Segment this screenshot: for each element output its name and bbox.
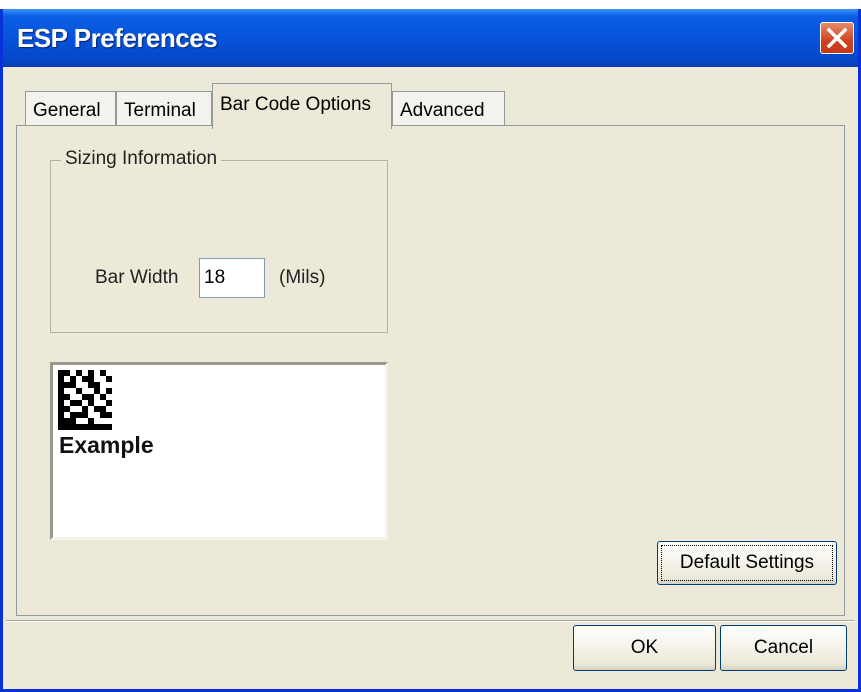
tab-label: Advanced: [400, 100, 485, 121]
tab-bar-code-options[interactable]: Bar Code Options: [212, 83, 392, 129]
sizing-information-group: Sizing Information Bar Width (Mils): [50, 148, 388, 333]
datamatrix-barcode-icon: [58, 370, 112, 430]
esp-preferences-dialog: ESP Preferences General Terminal Bar Cod…: [0, 9, 861, 692]
ok-button[interactable]: OK: [573, 625, 716, 671]
tab-general[interactable]: General: [25, 91, 116, 125]
barcode-preview: Example: [50, 362, 388, 540]
preview-example-text: Example: [59, 432, 154, 458]
tab-terminal[interactable]: Terminal: [116, 91, 212, 125]
window-title: ESP Preferences: [17, 23, 218, 53]
default-settings-button[interactable]: Default Settings: [657, 541, 837, 585]
cancel-button[interactable]: Cancel: [720, 625, 847, 671]
group-legend: Sizing Information: [61, 148, 222, 170]
tab-label: Terminal: [124, 100, 196, 121]
close-icon: [826, 27, 848, 49]
bar-code-options-panel: Sizing Information Bar Width (Mils) Exam…: [16, 125, 845, 616]
unit-label: (Mils): [279, 267, 326, 288]
title-bar[interactable]: ESP Preferences: [3, 9, 858, 67]
tab-advanced[interactable]: Advanced: [392, 91, 505, 125]
footer-separator: [6, 620, 855, 622]
tab-label: Bar Code Options: [220, 94, 372, 115]
bar-width-input[interactable]: [199, 258, 265, 298]
bar-width-label: Bar Width: [95, 267, 179, 288]
tab-label: General: [33, 100, 101, 121]
close-button[interactable]: [820, 22, 854, 54]
